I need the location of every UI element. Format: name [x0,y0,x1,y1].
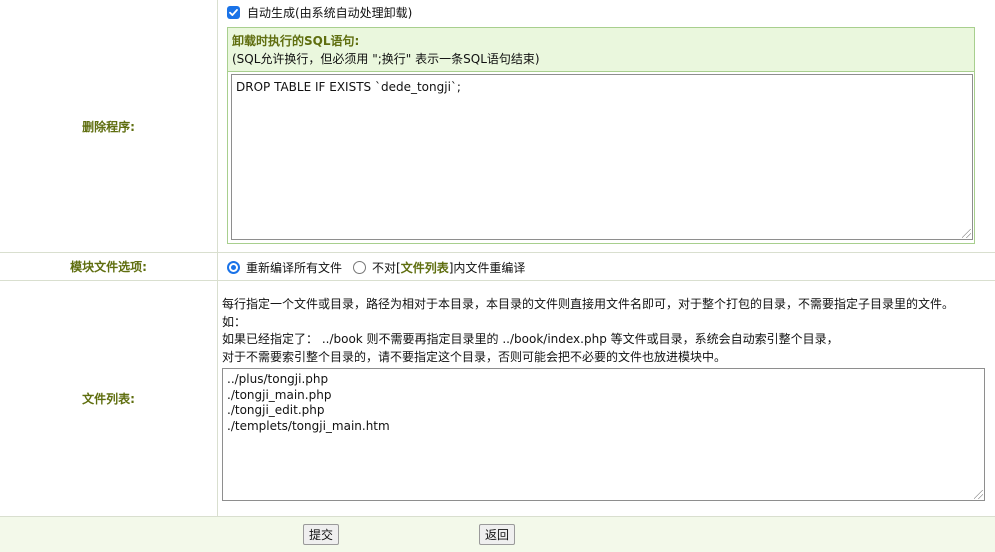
auto-generate-checkbox[interactable] [227,6,240,19]
skip-recompile-suffix: ]内文件重编译 [448,260,526,275]
recompile-all-label: 重新编译所有文件 [246,260,343,275]
module-options-row: 模块文件选项: 重新编译所有文件 不对[文件列表]内文件重编译 [0,253,995,281]
form-footer: 提交 返回 [0,517,995,552]
uninstall-sql-panel: 卸载时执行的SQL语句: (SQL允许换行，但必须用 ";换行" 表示一条SQL… [227,27,975,244]
file-list-textarea[interactable]: ../plus/tongji.php ./tongji_main.php ./t… [222,368,985,501]
delete-program-content: 自动生成(由系统自动处理卸载) 卸载时执行的SQL语句: (SQL允许换行，但必… [219,0,995,252]
file-list-entry: ./templets/tongji_main.htm [227,418,390,433]
file-list-description: 每行指定一个文件或目录，路径为相对于本目录，本目录的文件则直接用文件名即可，对于… [222,296,954,366]
back-button[interactable]: 返回 [479,524,516,545]
file-list-desc-line: 对于不需要索引整个目录的，请不要指定这个目录，否则可能会把不必要的文件也放进模块… [222,349,727,364]
file-list-link[interactable]: 文件列表 [401,261,449,275]
module-options-label: 模块文件选项: [0,253,218,280]
submit-button[interactable]: 提交 [303,524,340,545]
check-icon [229,9,238,16]
file-list-label: 文件列表: [0,281,218,516]
auto-generate-option[interactable]: 自动生成(由系统自动处理卸载) [227,4,412,21]
file-list-entry: ./tongji_main.php [227,387,332,402]
skip-recompile-radio[interactable] [353,260,367,274]
uninstall-sql-textarea[interactable]: DROP TABLE IF EXISTS `dede_tongji`; [231,74,973,240]
file-list-content: 每行指定一个文件或目录，路径为相对于本目录，本目录的文件则直接用文件名即可，对于… [219,281,995,516]
uninstall-sql-hint: (SQL允许换行，但必须用 ";换行" 表示一条SQL语句结束) [232,52,540,66]
delete-program-label: 删除程序: [0,0,218,252]
skip-recompile-prefix: 不对[ [372,260,401,275]
resize-grip-icon[interactable] [962,229,971,238]
file-list-desc-line: 如果已经指定了： ../book 则不需要再指定目录里的 ../book/ind… [222,332,839,346]
resize-grip-icon[interactable] [974,490,983,499]
file-list-entry: ../plus/tongji.php [227,372,329,386]
module-options-radio-group: 重新编译所有文件 不对[文件列表]内文件重编译 [227,253,525,281]
auto-generate-label: 自动生成(由系统自动处理卸载) [247,6,413,20]
file-list-desc-line: 如： [222,314,247,329]
delete-program-row: 删除程序: 自动生成(由系统自动处理卸载) 卸载时执行的SQL语句: (SQL允… [0,0,995,253]
uninstall-sql-text: DROP TABLE IF EXISTS `dede_tongji`; [236,80,461,94]
skip-recompile-label: 不对[文件列表]内文件重编译 [372,259,525,276]
recompile-all-radio[interactable] [227,260,240,274]
module-options-content: 重新编译所有文件 不对[文件列表]内文件重编译 [219,253,995,280]
file-list-entry: ./tongji_edit.php [227,403,325,417]
uninstall-sql-header: 卸载时执行的SQL语句: (SQL允许换行，但必须用 ";换行" 表示一条SQL… [228,28,974,72]
uninstall-sql-title: 卸载时执行的SQL语句: [232,34,360,48]
file-list-row: 文件列表: 每行指定一个文件或目录，路径为相对于本目录，本目录的文件则直接用文件… [0,281,995,517]
file-list-desc-line: 每行指定一个文件或目录，路径为相对于本目录，本目录的文件则直接用文件名即可，对于… [222,297,955,311]
